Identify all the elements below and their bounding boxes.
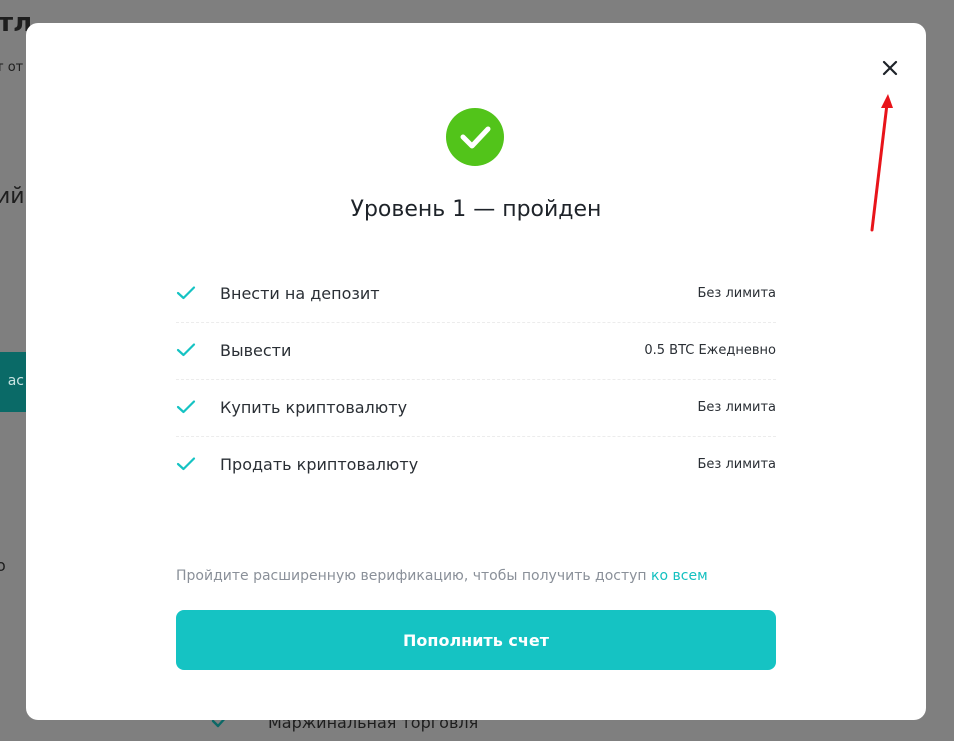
limit-row-sell-crypto: Продать криптовалюту Без лимита [176,437,776,493]
limits-list: Внести на депозит Без лимита Вывести 0.5… [176,266,776,493]
limit-row-buy-crypto: Купить криптовалюту Без лимита [176,380,776,437]
close-button[interactable] [879,57,901,79]
limit-label: Продать криптовалюту [220,455,419,474]
checkmark-icon [176,457,196,471]
background-button: ас [0,352,26,412]
limit-value: Без лимита [697,457,776,472]
background-text-fragment: т от [0,60,24,75]
background-text-fragment-2: о [0,556,6,575]
checkmark-icon [176,400,196,414]
limit-label: Внести на депозит [220,284,380,303]
limit-value: Без лимита [697,400,776,415]
background-heading-fragment-2: ий [0,184,25,209]
verification-hint: Пройдите расширенную верификацию, чтобы … [176,568,708,584]
checkmark-circle-icon [446,108,504,166]
checkmark-icon [176,343,196,357]
limit-label: Купить криптовалюту [220,398,408,417]
hint-text: Пройдите расширенную верификацию, чтобы … [176,568,652,584]
red-arrow-annotation [870,94,893,232]
close-icon[interactable] [879,57,901,79]
limit-value: 0.5 BTC Ежедневно [644,343,776,358]
limit-row-withdraw: Вывести 0.5 BTC Ежедневно [176,323,776,380]
limit-value: Без лимита [697,286,776,301]
limit-row-deposit: Внести на депозит Без лимита [176,266,776,323]
top-up-account-button[interactable]: Пополнить счет [176,610,776,670]
verification-level-modal: Уровень 1 — пройден Внести на депозит Бе… [26,23,926,720]
hint-link[interactable]: ко всем [651,568,708,584]
limit-label: Вывести [220,341,292,360]
checkmark-icon [176,286,196,300]
modal-title: Уровень 1 — пройден [350,197,602,222]
checkmark-icon [460,126,491,149]
background-button-label: ас [7,373,24,389]
